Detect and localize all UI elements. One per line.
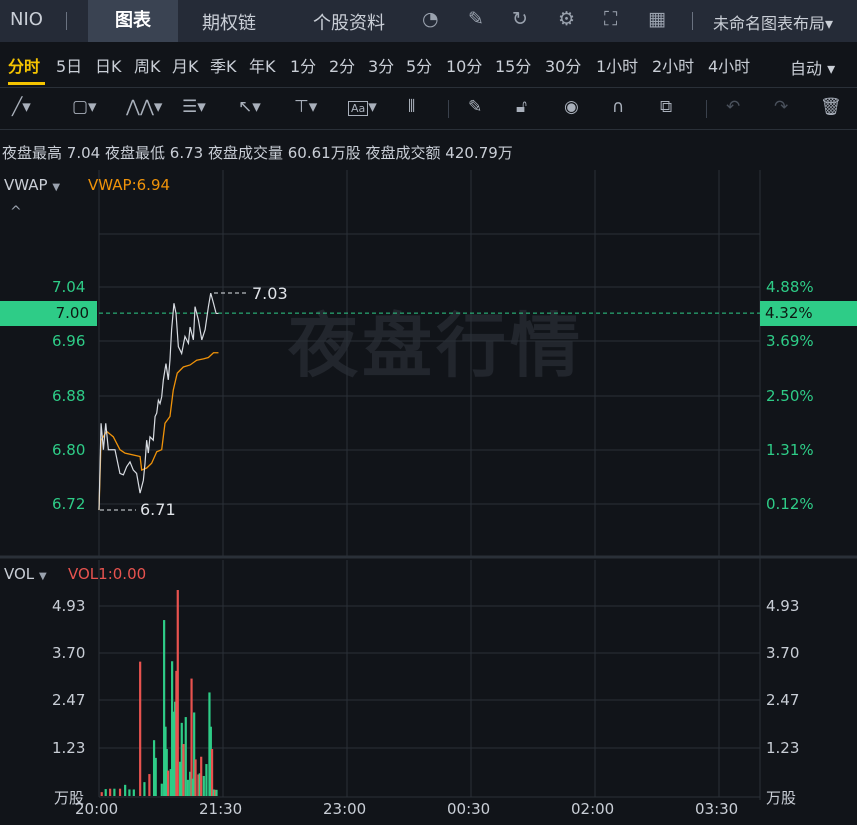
volume-bar [184,717,187,796]
volume-bar [215,789,218,796]
vol-tick: 3.70 [52,644,86,662]
volume-bar [186,779,189,796]
vwap-indicator-dropdown[interactable]: VWAP ▼ [4,176,60,194]
time-tick: 20:00 [75,800,119,818]
price-tick: 6.72 [52,495,86,513]
vol-tick: 2.47 [52,691,86,709]
current-price-badge: 7.00 [0,301,97,326]
volume-bar [154,757,157,796]
time-tick: 23:00 [323,800,367,818]
vol-value: VOL1:0.00 [68,565,147,583]
volume-bar [113,788,116,796]
vol-tick: 1.23 [52,739,86,757]
vwap-name: VWAP [4,176,48,194]
price-line [98,292,219,511]
vol-unit-right: 万股 [766,789,797,807]
volume-bar [139,661,142,796]
volume-bar [182,744,185,796]
time-tick: 02:00 [571,800,615,818]
pct-tick: 4.88% [766,278,814,296]
volume-bar [148,774,151,796]
time-tick: 00:30 [447,800,491,818]
volume-bar [176,590,179,796]
price-tick: 6.88 [52,387,86,405]
volume-bar [200,756,203,796]
vol-name: VOL [4,565,35,583]
current-pct-badge: 4.32% [760,301,857,326]
price-tick: 6.80 [52,441,86,459]
vol-tick-right: 1.23 [766,739,800,757]
min-price-label: 6.71 [140,500,176,519]
volume-bar [143,782,146,796]
time-tick: 03:30 [695,800,739,818]
volume-bar [124,784,127,796]
vol-tick-right: 3.70 [766,644,800,662]
volume-bar [109,788,112,796]
vol-tick: 4.93 [52,597,86,615]
volume-bar [210,749,214,796]
chart-canvas[interactable] [0,0,857,825]
volume-bar [128,789,131,796]
vwap-line [98,352,219,511]
pct-tick: 2.50% [766,387,814,405]
volume-bar [118,788,122,796]
price-tick: 6.96 [52,332,86,350]
pct-tick: 3.69% [766,332,814,350]
volume-bar [160,783,163,796]
pct-tick: 0.12% [766,495,814,513]
vwap-value: VWAP:6.94 [88,176,171,194]
max-price-label: 7.03 [252,284,288,303]
price-tick: 7.04 [52,278,86,296]
volume-bar [194,759,197,796]
volume-bar [132,789,135,796]
vol-tick-right: 4.93 [766,597,800,615]
vol-tick-right: 2.47 [766,691,800,709]
pct-tick: 1.31% [766,441,814,459]
volume-bar [202,775,205,796]
volume-bar [205,764,208,796]
time-tick: 21:30 [199,800,243,818]
volume-bar [100,792,103,796]
vol-indicator-dropdown[interactable]: VOL ▼ [4,565,47,583]
collapse-icon[interactable]: ^ [10,204,22,220]
volume-bar [167,770,170,796]
volume-bar [190,678,193,796]
volume-bar [104,789,107,796]
